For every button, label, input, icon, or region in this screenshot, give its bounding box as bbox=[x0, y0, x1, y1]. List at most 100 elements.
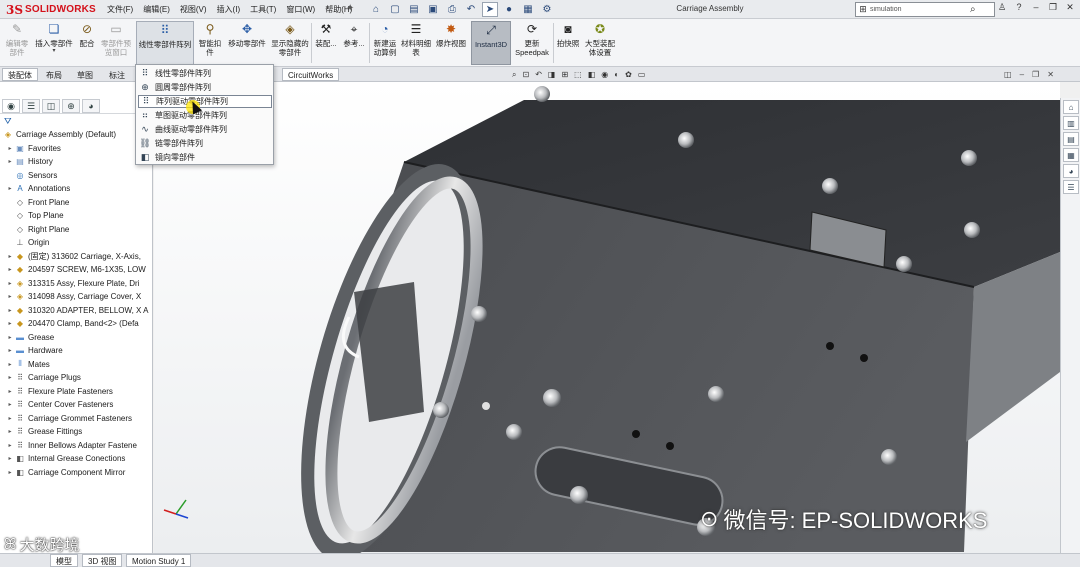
expand-icon[interactable]: ▸ bbox=[6, 293, 14, 300]
mate-button[interactable]: ⊘ 配合 bbox=[77, 21, 97, 65]
expand-icon[interactable]: ▸ bbox=[6, 415, 14, 422]
configuration-manager-icon[interactable]: ◫ bbox=[42, 99, 60, 113]
reference-geometry-button[interactable]: ⌖ 参考... bbox=[341, 21, 367, 65]
tree-item[interactable]: ▸ ▤ History bbox=[0, 155, 152, 169]
tree-item[interactable]: ▸ ⠿ Center Cover Fasteners bbox=[0, 398, 152, 412]
exploded-view-button[interactable]: ✸ 爆炸视图 bbox=[433, 21, 469, 65]
expand-icon[interactable]: ▸ bbox=[6, 253, 14, 260]
tab-model[interactable]: 模型 bbox=[50, 554, 78, 567]
tree-root[interactable]: ◈ Carriage Assembly (Default) bbox=[0, 128, 152, 142]
view-settings-icon[interactable]: ▭ bbox=[638, 70, 646, 80]
show-hidden-components-button[interactable]: ◈ 显示隐藏的零部件 bbox=[271, 21, 309, 65]
select-icon[interactable]: ➤ bbox=[482, 2, 498, 17]
search-scope-icon[interactable]: ⊞ bbox=[856, 4, 870, 15]
component-preview-button[interactable]: ▭ 零部件预览窗口 bbox=[99, 21, 133, 65]
expand-icon[interactable]: ▸ bbox=[6, 185, 14, 192]
menu-item-circular-pattern[interactable]: ⊕ 圆周零部件阵列 bbox=[138, 81, 272, 94]
design-library-icon[interactable]: ▥ bbox=[1063, 116, 1079, 130]
tree-item[interactable]: ▸ ◈ 314098 Assy, Carriage Cover, X bbox=[0, 290, 152, 304]
solidworks-resources-icon[interactable]: ⌂ bbox=[1063, 100, 1079, 114]
viewport-restore-icon[interactable]: ❐ bbox=[1032, 70, 1039, 79]
tree-item[interactable]: ▸ ⫴ Mates bbox=[0, 358, 152, 372]
custom-properties-icon[interactable]: ☰ bbox=[1063, 180, 1079, 194]
expand-icon[interactable]: ▸ bbox=[6, 374, 14, 381]
menu-edit[interactable]: 编辑(E) bbox=[138, 3, 175, 16]
tree-item[interactable]: ▸ ▬ Hardware bbox=[0, 344, 152, 358]
menu-item-chain-pattern[interactable]: ⛓ 链零部件阵列 bbox=[138, 137, 272, 150]
display-manager-icon[interactable]: ◕ bbox=[82, 99, 100, 113]
help-icon[interactable]: ? bbox=[1013, 2, 1025, 13]
hide-show-items-icon[interactable]: ◉ bbox=[601, 70, 608, 80]
viewport-minimize-icon[interactable]: – bbox=[1020, 70, 1024, 79]
expand-icon[interactable]: ▸ bbox=[6, 361, 14, 368]
tree-item[interactable]: ▸ ◆ (固定) 313602 Carriage, X-Axis, bbox=[0, 250, 152, 264]
tree-item[interactable]: ▸ ◧ Internal Grease Conections bbox=[0, 452, 152, 466]
tree-item[interactable]: ▸ ⠿ Carriage Plugs bbox=[0, 371, 152, 385]
search-icon[interactable]: ⌕ bbox=[970, 4, 976, 15]
previous-view-icon[interactable]: ↶ bbox=[535, 70, 542, 80]
menu-item-linear-pattern[interactable]: ⠿ 线性零部件阵列 bbox=[138, 67, 272, 80]
menu-item-sketch-driven[interactable]: ⠶ 草图驱动零部件阵列 bbox=[138, 109, 272, 122]
property-manager-icon[interactable]: ☰ bbox=[22, 99, 40, 113]
new-motion-study-button[interactable]: ◔ 新建运动算例 bbox=[371, 21, 399, 65]
file-properties-icon[interactable]: ▦ bbox=[520, 2, 536, 17]
tree-item[interactable]: ▸ ◈ 313315 Assy, Flexure Plate, Dri bbox=[0, 277, 152, 291]
tab-3d-views[interactable]: 3D 视图 bbox=[82, 554, 123, 567]
menu-tools[interactable]: 工具(T) bbox=[245, 3, 281, 16]
tab-layout[interactable]: 布局 bbox=[40, 68, 68, 81]
instant3d-button[interactable]: ⤢ Instant3D bbox=[471, 21, 511, 65]
expand-icon[interactable]: ▸ bbox=[6, 334, 14, 341]
take-snapshot-button[interactable]: ◙ 拍快照 bbox=[555, 21, 581, 65]
menu-item-curve-driven[interactable]: ∿ 曲线驱动零部件阵列 bbox=[138, 123, 272, 136]
tree-item[interactable]: ⊥ Origin bbox=[0, 236, 152, 250]
tree-item[interactable]: ▸ ⠿ Grease Fittings bbox=[0, 425, 152, 439]
move-component-button[interactable]: ✥ 移动零部件 bbox=[226, 21, 268, 65]
linear-pattern-button[interactable]: ⠿ 线性零部件阵列 bbox=[136, 21, 194, 65]
assembly-features-button[interactable]: ⚒ 装配... bbox=[313, 21, 339, 65]
assembly-model[interactable] bbox=[154, 82, 1060, 553]
graphics-area[interactable] bbox=[154, 82, 1060, 553]
tab-assembly[interactable]: 装配体 bbox=[2, 68, 38, 81]
close-icon[interactable]: ✕ bbox=[1064, 2, 1076, 13]
zoom-area-icon[interactable]: ⊡ bbox=[522, 70, 529, 80]
file-explorer-icon[interactable]: ▤ bbox=[1063, 132, 1079, 146]
feature-manager-icon[interactable]: ◉ bbox=[2, 99, 20, 113]
expand-icon[interactable]: ▸ bbox=[6, 266, 14, 273]
tree-item[interactable]: ▸ ◆ 204470 Clamp, Band<2> (Defa bbox=[0, 317, 152, 331]
save-icon[interactable]: ▣ bbox=[425, 2, 441, 17]
tree-item[interactable]: ▸ ⠿ Carriage Grommet Fasteners bbox=[0, 412, 152, 426]
open-icon[interactable]: ▤ bbox=[406, 2, 422, 17]
rebuild-icon[interactable]: ● bbox=[501, 2, 517, 17]
expand-icon[interactable]: ▸ bbox=[6, 145, 14, 152]
expand-icon[interactable]: ▸ bbox=[6, 455, 14, 462]
expand-icon[interactable]: ▸ bbox=[6, 401, 14, 408]
menu-item-pattern-driven[interactable]: ⠿阵列驱动零部件阵列 bbox=[138, 95, 272, 108]
appearances-icon[interactable]: ◕ bbox=[1063, 164, 1079, 178]
edit-appearance-icon[interactable]: ◐ bbox=[614, 70, 619, 80]
tree-item[interactable]: ▸ ◆ 204597 SCREW, M6-1X35, LOW bbox=[0, 263, 152, 277]
viewport-tile-icon[interactable]: ◫ bbox=[1004, 70, 1012, 79]
expand-icon[interactable]: ▸ bbox=[6, 388, 14, 395]
dimxpert-icon[interactable]: ⊕ bbox=[62, 99, 80, 113]
menu-file[interactable]: 文件(F) bbox=[102, 3, 138, 16]
tree-item[interactable]: ◇ Top Plane bbox=[0, 209, 152, 223]
update-speedpak-button[interactable]: ⟳ 更新Speedpak bbox=[513, 21, 551, 65]
expand-icon[interactable]: ▸ bbox=[6, 347, 14, 354]
viewport-close-icon[interactable]: ✕ bbox=[1047, 70, 1054, 79]
tree-item[interactable]: ◇ Front Plane bbox=[0, 196, 152, 210]
tab-markup[interactable]: 标注 bbox=[103, 68, 131, 81]
tab-motion-study-1[interactable]: Motion Study 1 bbox=[126, 554, 192, 567]
tree-item[interactable]: ▸ A Annotations bbox=[0, 182, 152, 196]
options-icon[interactable]: ⚙ bbox=[539, 2, 555, 17]
search-box[interactable]: ⊞ ⌕ bbox=[855, 2, 995, 17]
tree-item[interactable]: ▸ ⠿ Flexure Plate Fasteners bbox=[0, 385, 152, 399]
bill-of-materials-button[interactable]: ☰ 材料明细表 bbox=[401, 21, 431, 65]
user-icon[interactable]: ♙ bbox=[996, 2, 1008, 13]
tree-item[interactable]: ▸ ⠿ Inner Bellows Adapter Fastene bbox=[0, 439, 152, 453]
menu-view[interactable]: 视图(V) bbox=[175, 3, 212, 16]
expand-icon[interactable]: ▸ bbox=[6, 428, 14, 435]
undo-icon[interactable]: ↶ bbox=[463, 2, 479, 17]
expand-icon[interactable]: ▸ bbox=[6, 158, 14, 165]
tree-item[interactable]: ▸ ◆ 310320 ADAPTER, BELLOW, X A bbox=[0, 304, 152, 318]
print-icon[interactable]: ⎙ bbox=[444, 2, 460, 17]
